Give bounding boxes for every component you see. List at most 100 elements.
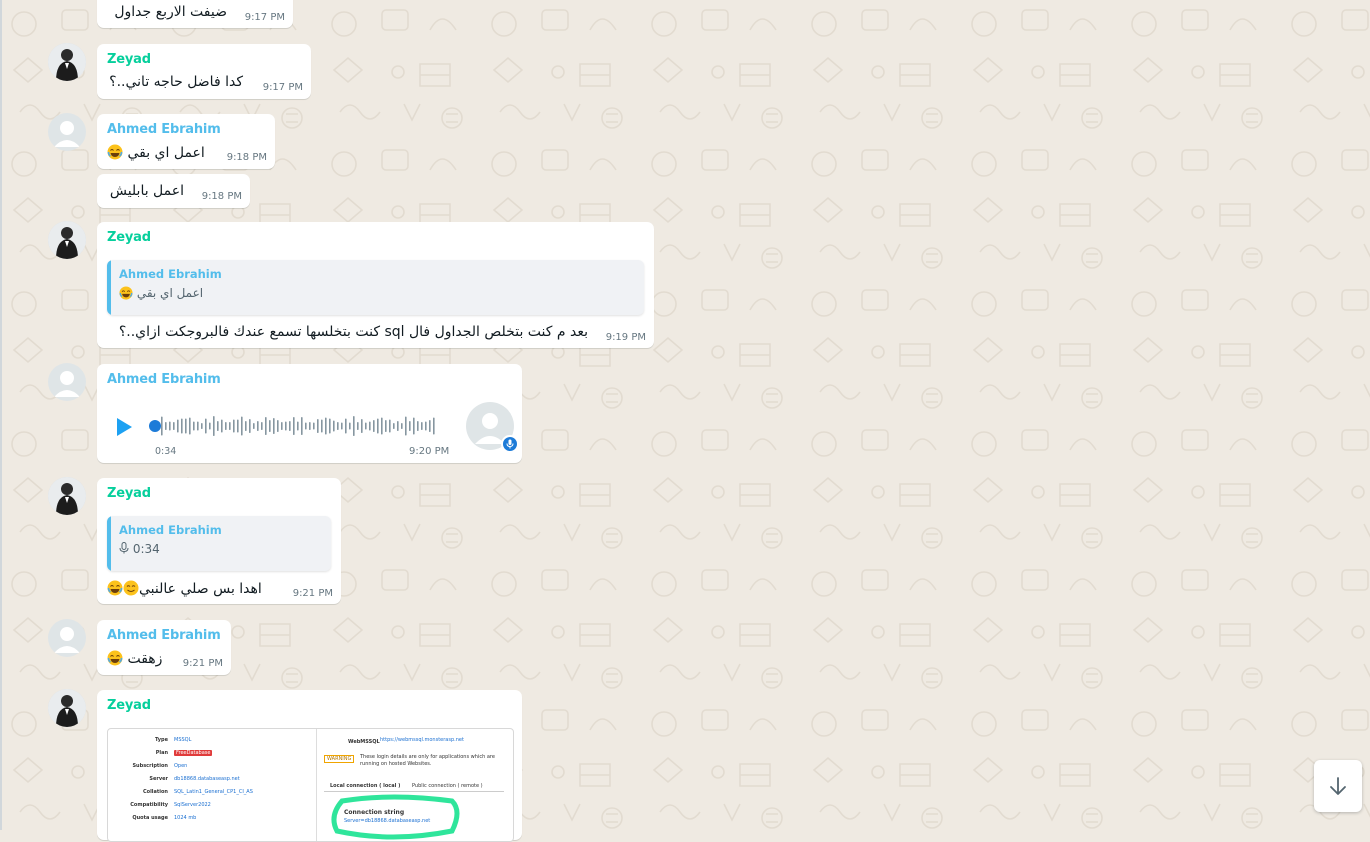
message-bubble[interactable]: اعمل بابليش 9:18 PM — [97, 174, 250, 208]
quoted-message[interactable]: Ahmed Ebrahim اعمل اي بقي — [107, 260, 644, 315]
waveform-bar — [333, 420, 335, 432]
scroll-to-bottom-button[interactable] — [1314, 760, 1362, 812]
message-text: ضيفت الاربع جداول — [114, 4, 227, 20]
quoted-text-content: اعمل اي بقي — [136, 286, 204, 300]
person-photo-icon — [48, 689, 86, 727]
voice-message-bubble[interactable]: Ahmed Ebrahim 0:34 9:20 PM — [97, 364, 522, 463]
waveform-bar — [165, 422, 167, 430]
shared-screenshot-image[interactable]: Type MSSQL Plan FreeDatabase Subscription Ope… — [107, 728, 514, 842]
connection-string-value: Server=db18868.databaseasp.net — [344, 818, 431, 824]
waveform-bar — [265, 417, 267, 435]
message-text: كدا فاضل حاجه تاني..؟ — [109, 74, 243, 90]
screenshot-row-value: MSSQL — [174, 737, 192, 743]
avatar-zeyad[interactable] — [48, 43, 86, 81]
avatar-zeyad[interactable] — [48, 477, 86, 515]
waveform-bar — [389, 419, 391, 433]
laughing-emoji-icon — [119, 286, 133, 300]
waveform-bar — [357, 422, 359, 430]
mic-icon — [119, 542, 129, 554]
avatar-zeyad[interactable] — [48, 221, 86, 259]
waveform-bar — [321, 419, 323, 433]
waveform-bar — [173, 422, 175, 430]
message-text-content: زهقت — [127, 651, 163, 667]
waveform-bar — [285, 421, 287, 431]
waveform-bar — [325, 417, 327, 435]
waveform-bar — [349, 422, 351, 430]
screenshot-left-panel: Type MSSQL Plan FreeDatabase Subscription Ope… — [108, 729, 313, 841]
waveform-bar — [277, 420, 279, 432]
sender-name[interactable]: Zeyad — [107, 486, 151, 501]
tab-public: Public connection ( remote ) — [412, 783, 483, 789]
panel-border — [0, 0, 2, 830]
waveform-bar — [393, 423, 395, 429]
waveform-bar — [205, 418, 207, 434]
quoted-text: اعمل اي بقي — [119, 286, 203, 300]
message-bubble[interactable]: Ahmed Ebrahim زهقت 9:21 PM — [97, 620, 231, 675]
waveform-bar — [297, 421, 299, 431]
waveform-bar — [413, 417, 415, 435]
avatar-zeyad[interactable] — [48, 689, 86, 727]
arrow-down-icon — [1330, 777, 1346, 795]
waveform-bar — [269, 420, 271, 432]
message-time: 9:17 PM — [262, 82, 303, 93]
message-bubble[interactable]: ضيفت الاربع جداول 9:17 PM — [97, 0, 293, 28]
waveform-bar — [377, 418, 379, 434]
person-photo-icon — [48, 221, 86, 259]
message-text: بعد م كنت بتخلص الجداول فال sql كنت بتخل… — [118, 324, 588, 340]
laughing-emoji-icon — [107, 580, 123, 596]
waveform-bar — [381, 417, 383, 435]
message-time: 9:20 PM — [409, 446, 450, 457]
sender-name[interactable]: Zeyad — [107, 698, 151, 713]
voice-waveform[interactable] — [149, 412, 441, 440]
message-time: 9:18 PM — [226, 152, 267, 163]
waveform-bar — [365, 422, 367, 430]
waveform-bar — [189, 417, 191, 435]
sender-name[interactable]: Ahmed Ebrahim — [107, 372, 221, 387]
tab-local: Local connection ( local ) — [330, 783, 401, 789]
waveform-bar — [329, 418, 331, 434]
message-text: زهقت — [107, 650, 162, 667]
message-bubble[interactable]: Ahmed Ebrahim اعمل اي بقي 9:18 PM — [97, 114, 275, 169]
waveform-bar — [361, 419, 363, 433]
sender-name[interactable]: Ahmed Ebrahim — [107, 628, 221, 643]
avatar-ahmed[interactable] — [48, 363, 86, 401]
sender-name[interactable]: Ahmed Ebrahim — [107, 122, 221, 137]
avatar-ahmed[interactable] — [48, 113, 86, 151]
message-text: اعمل اي بقي — [107, 144, 205, 161]
waveform-bar — [257, 421, 259, 431]
waveform-bar — [409, 421, 411, 431]
message-bubble[interactable]: Zeyad كدا فاضل حاجه تاني..؟ 9:17 PM — [97, 44, 311, 99]
quoted-duration: 0:34 — [132, 542, 160, 556]
waveform-bar — [237, 419, 239, 433]
waveform-bar — [281, 422, 283, 430]
message-bubble[interactable]: Zeyad Ahmed Ebrahim 0:34 اهدا بس صلي عال… — [97, 478, 341, 604]
play-icon[interactable] — [114, 416, 134, 438]
quoted-message[interactable]: Ahmed Ebrahim 0:34 — [107, 516, 331, 571]
quote-accent-bar — [107, 260, 111, 315]
screenshot-row-value: FreeDatabase — [174, 750, 213, 756]
playback-progress-dot[interactable] — [149, 420, 161, 432]
smiling-emoji-icon — [123, 580, 139, 596]
voice-duration: 0:34 — [155, 446, 177, 457]
screenshot-row-label: Plan — [155, 750, 168, 756]
waveform-bar — [181, 418, 183, 434]
waveform-bar — [401, 423, 403, 429]
message-time: 9:21 PM — [182, 658, 223, 669]
image-message-bubble[interactable]: Zeyad Type MSSQL Plan FreeDatabase Subscript… — [97, 690, 522, 842]
screenshot-row-value: 1024 mb — [174, 815, 197, 821]
message-text: اعمل بابليش — [109, 183, 184, 199]
quoted-voice: 0:34 — [119, 542, 160, 556]
waveform-bar — [245, 421, 247, 431]
mic-badge — [501, 435, 519, 453]
waveform-bar — [225, 422, 227, 430]
waveform-bar — [405, 416, 407, 436]
person-photo-icon — [48, 43, 86, 81]
screenshot-row-value: Open — [174, 763, 188, 769]
waveform-bar — [273, 418, 275, 434]
message-bubble[interactable]: Zeyad Ahmed Ebrahim اعمل اي بقي بعد م كن… — [97, 222, 654, 348]
avatar-ahmed[interactable] — [48, 619, 86, 657]
message-time: 9:18 PM — [201, 191, 242, 202]
screenshot-row-value: SqlServer2022 — [174, 802, 211, 808]
sender-name[interactable]: Zeyad — [107, 52, 151, 67]
sender-name[interactable]: Zeyad — [107, 230, 151, 245]
